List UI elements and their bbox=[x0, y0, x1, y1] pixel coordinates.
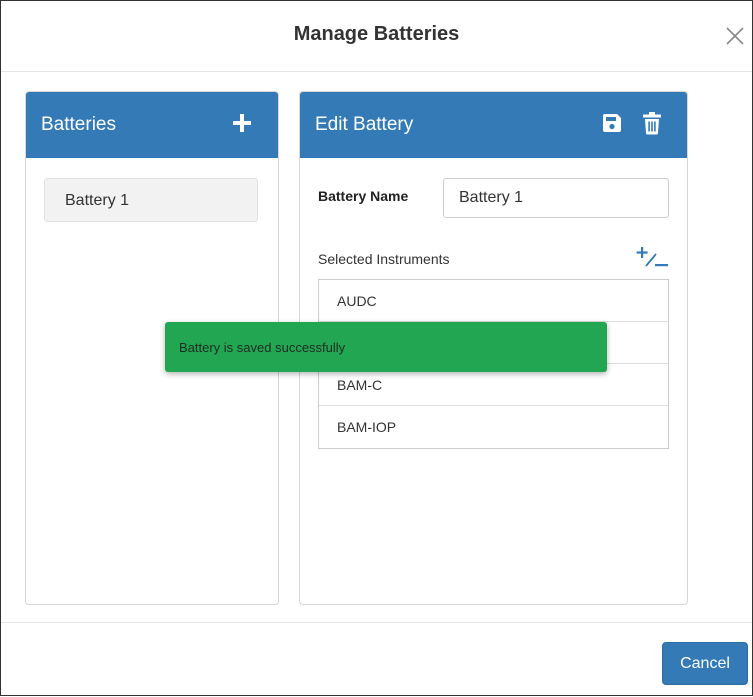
battery-list-item[interactable]: Battery 1 bbox=[44, 178, 258, 222]
instrument-list-item[interactable]: BAM-IOP bbox=[319, 406, 668, 448]
close-icon[interactable] bbox=[722, 23, 748, 49]
cancel-button[interactable]: Cancel bbox=[662, 642, 748, 685]
success-toast[interactable]: Battery is saved successfully bbox=[165, 322, 607, 372]
battery-name-input[interactable] bbox=[443, 178, 669, 218]
plus-icon[interactable] bbox=[231, 112, 253, 134]
toast-message: Battery is saved successfully bbox=[179, 340, 346, 355]
edit-battery-panel-heading: Edit Battery bbox=[300, 92, 687, 158]
instrument-list-item[interactable]: AUDC bbox=[319, 280, 668, 322]
modal-header: Manage Batteries bbox=[1, 1, 752, 72]
plus-minus-icon[interactable] bbox=[635, 246, 669, 268]
instrument-label: BAM-C bbox=[337, 377, 383, 393]
trash-icon[interactable] bbox=[642, 112, 662, 135]
instrument-label: BAM-IOP bbox=[337, 419, 397, 435]
modal-title: Manage Batteries bbox=[293, 23, 460, 45]
batteries-panel-heading: Batteries bbox=[26, 92, 278, 158]
edit-battery-panel-title: Edit Battery bbox=[315, 114, 414, 135]
manage-batteries-modal: Manage Batteries Batteries Battery 1 Edi… bbox=[0, 0, 753, 696]
floppy-disk-icon[interactable] bbox=[602, 113, 622, 133]
selected-instruments-label: Selected Instruments bbox=[318, 251, 450, 267]
batteries-panel-title: Batteries bbox=[41, 114, 116, 135]
battery-name-label: Battery Name bbox=[318, 188, 409, 204]
instrument-label: AUDC bbox=[337, 293, 377, 309]
modal-footer: Cancel bbox=[1, 622, 752, 697]
battery-list-item-label: Battery 1 bbox=[65, 192, 130, 209]
